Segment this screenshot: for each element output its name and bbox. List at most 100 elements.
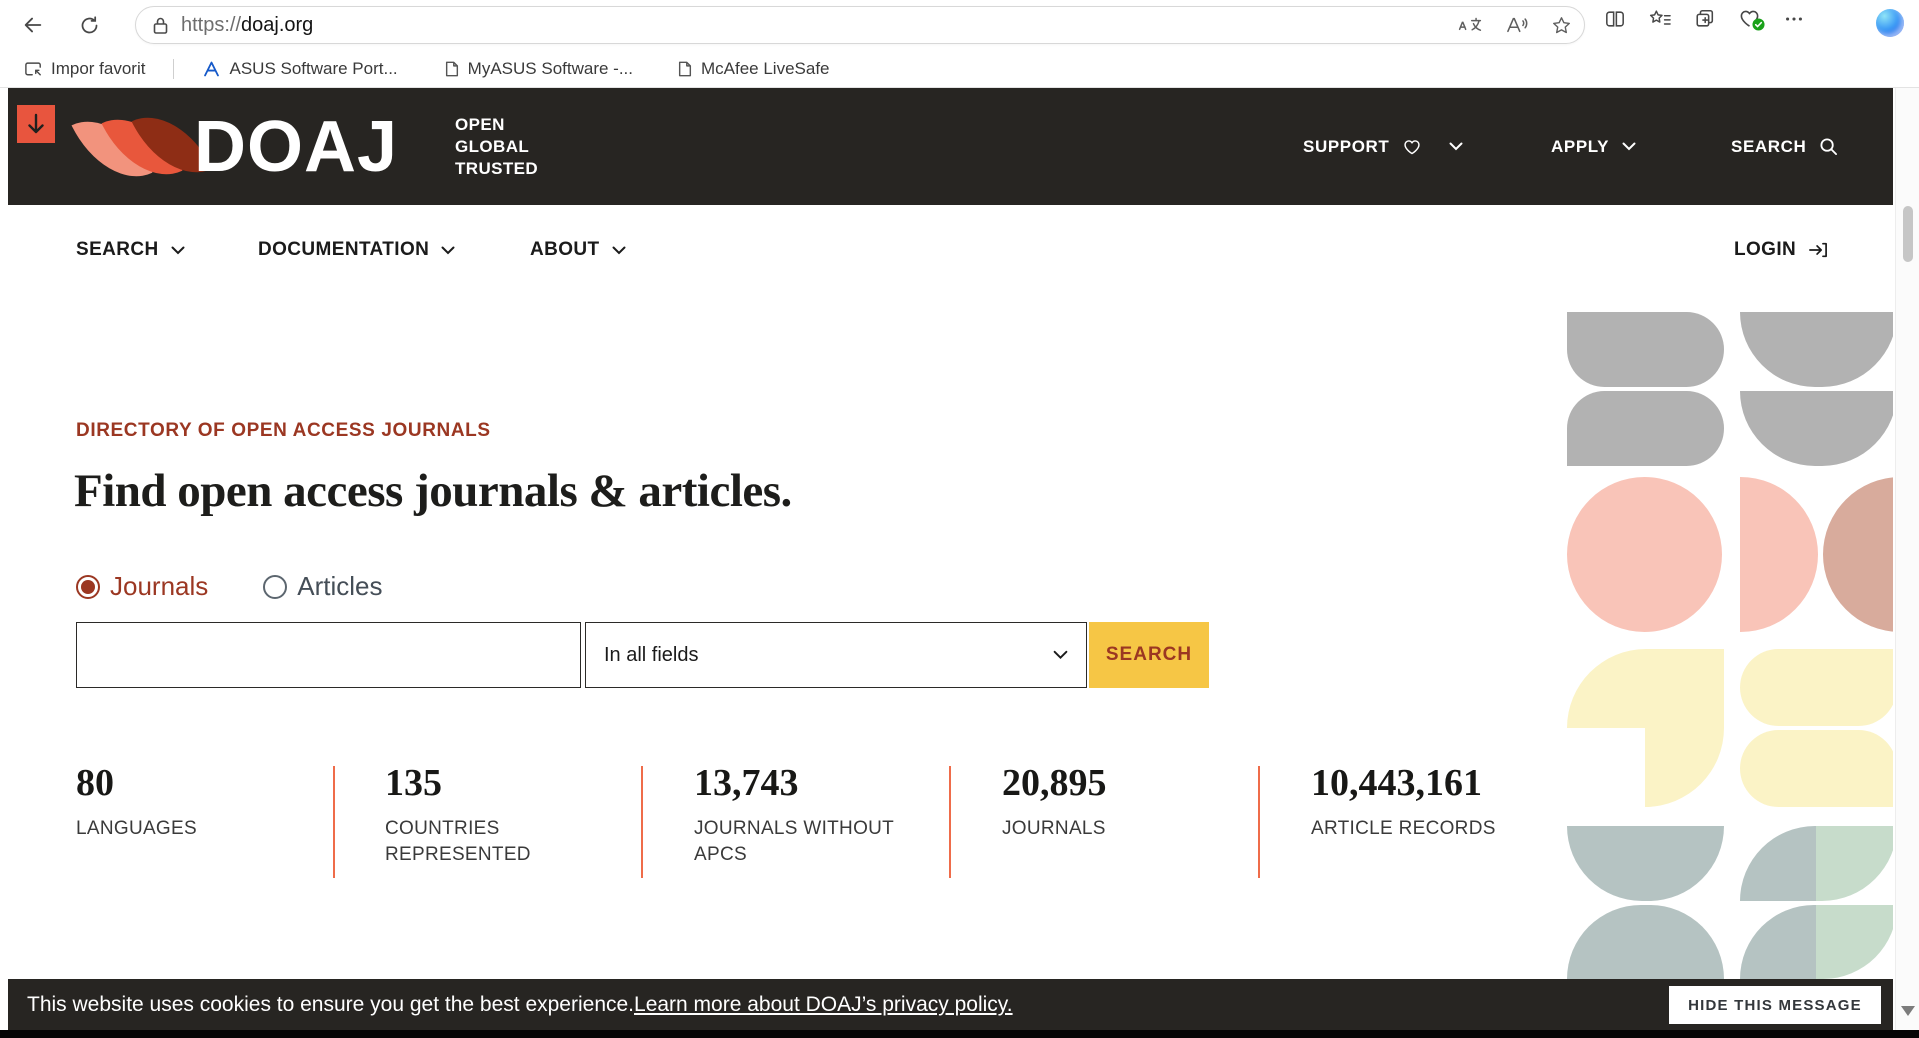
site-header: DOAJ OPEN GLOBAL TRUSTED SUPPORT APPLY S… xyxy=(8,88,1893,205)
asus-icon xyxy=(202,60,221,78)
heart-icon xyxy=(1402,138,1422,156)
page-scrollbar[interactable] xyxy=(1895,88,1919,1030)
subnav-documentation-label: DOCUMENTATION xyxy=(258,239,429,261)
page-icon xyxy=(677,60,693,78)
translate-icon[interactable] xyxy=(1457,15,1483,35)
stat-article-records: 10,443,161 ARTICLE RECORDS xyxy=(1311,760,1516,842)
stat-languages: 80 LANGUAGES xyxy=(76,760,281,842)
journals-radio-label[interactable]: Journals xyxy=(110,571,208,602)
bookmark-myasus[interactable]: MyASUS Software -... xyxy=(444,59,633,79)
copilot-icon[interactable] xyxy=(1876,9,1904,37)
doaj-page: DOAJ OPEN GLOBAL TRUSTED SUPPORT APPLY S… xyxy=(8,88,1893,1038)
read-aloud-icon[interactable] xyxy=(1505,15,1529,35)
bookmark-asus-portal[interactable]: ASUS Software Port... xyxy=(202,59,397,79)
tagline-open: OPEN xyxy=(455,114,538,136)
logo-wordmark[interactable]: DOAJ xyxy=(194,101,398,193)
search-button[interactable]: SEARCH xyxy=(1089,622,1209,688)
chevron-down-icon xyxy=(612,246,626,255)
doaj-logo-icon[interactable] xyxy=(86,104,206,190)
login-link[interactable]: LOGIN xyxy=(1734,205,1828,295)
scroll-down-button[interactable] xyxy=(17,105,55,143)
stat-value: 20,895 xyxy=(1002,760,1207,806)
split-screen-icon[interactable] xyxy=(1604,9,1626,29)
chevron-down-icon xyxy=(1053,650,1068,660)
chevron-down-icon xyxy=(1622,142,1636,151)
bookmark-label: Impor favorit xyxy=(51,59,145,79)
bookmark-mcafee[interactable]: McAfee LiveSafe xyxy=(677,59,830,79)
stat-value: 135 xyxy=(385,760,590,806)
page-icon xyxy=(444,60,460,78)
bookmark-import-favorites[interactable]: Impor favorit xyxy=(24,59,145,79)
browser-toolbar: https://doaj.org xyxy=(0,0,1919,88)
nav-search[interactable]: SEARCH xyxy=(1731,88,1838,205)
stat-journals-without-apcs: 13,743 JOURNALS WITHOUT APCS xyxy=(694,760,899,868)
favorite-star-icon[interactable] xyxy=(1551,15,1572,36)
nav-support-label: SUPPORT xyxy=(1303,137,1389,157)
nav-support[interactable]: SUPPORT xyxy=(1303,88,1463,205)
browser-essentials-icon[interactable] xyxy=(1738,8,1761,29)
stat-label: JOURNALS xyxy=(1002,816,1207,842)
import-favorites-icon xyxy=(24,60,43,77)
lock-icon[interactable] xyxy=(152,16,169,35)
arrow-down-icon xyxy=(26,113,46,135)
stat-journals: 20,895 JOURNALS xyxy=(1002,760,1207,842)
subnav: SEARCH DOCUMENTATION ABOUT LOGIN xyxy=(8,205,1893,295)
chevron-down-icon xyxy=(171,246,185,255)
stat-label: JOURNALS WITHOUT APCS xyxy=(694,816,899,868)
bookmark-label: ASUS Software Port... xyxy=(229,59,397,79)
back-icon[interactable] xyxy=(16,8,50,42)
field-select-value: In all fields xyxy=(604,644,699,667)
url-host: doaj.org xyxy=(241,14,313,36)
search-input[interactable] xyxy=(76,622,581,688)
more-options-icon[interactable] xyxy=(1783,9,1805,29)
stat-value: 10,443,161 xyxy=(1311,760,1516,806)
stat-divider xyxy=(641,766,643,878)
articles-radio[interactable] xyxy=(263,575,287,599)
stat-label: COUNTRIES REPRESENTED xyxy=(385,816,590,868)
search-icon xyxy=(1819,137,1838,156)
page-kicker: DIRECTORY OF OPEN ACCESS JOURNALS xyxy=(76,420,491,442)
scrollbar-thumb[interactable] xyxy=(1903,206,1913,262)
privacy-policy-link[interactable]: Learn more about DOAJ’s privacy policy. xyxy=(634,993,1013,1017)
tagline-trusted: TRUSTED xyxy=(455,158,538,180)
subnav-search[interactable]: SEARCH xyxy=(76,205,185,295)
search-type-radios: Journals Articles xyxy=(76,571,383,602)
stat-divider xyxy=(333,766,335,878)
favorites-bar-icon[interactable] xyxy=(1648,8,1672,29)
cookie-text: This website uses cookies to ensure you … xyxy=(27,993,634,1017)
window-bottom-edge xyxy=(0,1030,1919,1038)
stat-value: 80 xyxy=(76,760,281,806)
url-text[interactable]: https://doaj.org xyxy=(181,14,313,37)
subnav-search-label: SEARCH xyxy=(76,239,159,261)
subnav-about[interactable]: ABOUT xyxy=(530,205,626,295)
journals-radio[interactable] xyxy=(76,575,100,599)
bookmark-label: MyASUS Software -... xyxy=(468,59,633,79)
nav-search-label: SEARCH xyxy=(1731,137,1806,157)
collections-icon[interactable] xyxy=(1694,8,1716,29)
chevron-down-icon xyxy=(1449,142,1463,151)
login-icon xyxy=(1808,241,1828,259)
stat-value: 13,743 xyxy=(694,760,899,806)
scrollbar-down-arrow[interactable] xyxy=(1901,1006,1915,1016)
field-select[interactable]: In all fields xyxy=(585,622,1087,688)
logo-tagline: OPEN GLOBAL TRUSTED xyxy=(455,114,538,180)
tagline-global: GLOBAL xyxy=(455,136,538,158)
bookmarks-separator xyxy=(173,59,174,79)
stat-label: LANGUAGES xyxy=(76,816,281,842)
decorative-shapes xyxy=(1567,312,1893,982)
address-bar[interactable]: https://doaj.org xyxy=(135,6,1585,44)
bookmark-label: McAfee LiveSafe xyxy=(701,59,830,79)
bookmarks-bar: Impor favorit ASUS Software Port... MyAS… xyxy=(0,50,1919,87)
stat-divider xyxy=(949,766,951,878)
stat-divider xyxy=(1258,766,1260,878)
subnav-documentation[interactable]: DOCUMENTATION xyxy=(258,205,455,295)
hide-message-button[interactable]: HIDE THIS MESSAGE xyxy=(1669,986,1881,1024)
chevron-down-icon xyxy=(441,246,455,255)
nav-apply[interactable]: APPLY xyxy=(1551,88,1636,205)
articles-radio-label[interactable]: Articles xyxy=(297,571,382,602)
login-label: LOGIN xyxy=(1734,239,1796,261)
nav-apply-label: APPLY xyxy=(1551,137,1609,157)
stat-label: ARTICLE RECORDS xyxy=(1311,816,1516,842)
refresh-icon[interactable] xyxy=(72,8,106,42)
page-title: Find open access journals & articles. xyxy=(74,464,792,518)
